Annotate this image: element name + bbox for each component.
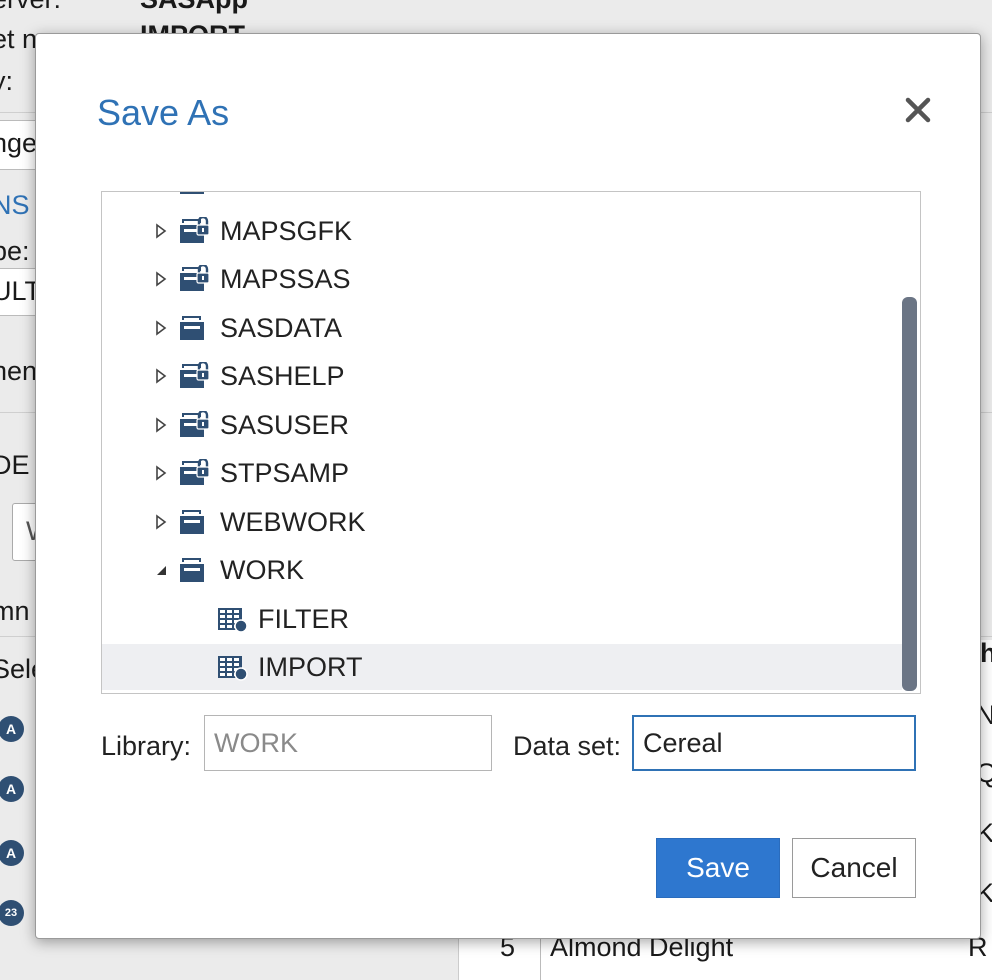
- expand-arrow-icon[interactable]: [154, 465, 168, 481]
- character-type-icon: A: [0, 776, 24, 802]
- tree-item-library[interactable]: SASUSER: [102, 402, 902, 448]
- tree-item-library[interactable]: MAPSSAS: [102, 256, 902, 302]
- tree-item-library[interactable]: MAPS: [102, 192, 902, 205]
- tree-item-library[interactable]: SASDATA: [102, 305, 902, 351]
- tree-item-label: MAPS: [220, 192, 297, 205]
- table-icon: [216, 653, 248, 681]
- expand-arrow-icon[interactable]: [154, 368, 168, 384]
- tree-item-label: STPSAMP: [220, 458, 350, 488]
- dialog-title: Save As: [97, 92, 230, 133]
- library-icon: [178, 314, 210, 342]
- numeric-type-icon: 23: [0, 900, 24, 926]
- expand-arrow-icon[interactable]: [154, 319, 168, 336]
- bg-value: SASApp: [140, 0, 248, 15]
- library-icon: [178, 192, 210, 196]
- bg-label: DE: [0, 450, 30, 480]
- cancel-button[interactable]: Cancel: [792, 838, 916, 898]
- collapse-arrow-icon[interactable]: [154, 562, 168, 578]
- close-button[interactable]: [900, 92, 936, 128]
- library-label: Library:: [101, 731, 192, 761]
- tree-item-label: WORK: [220, 555, 304, 585]
- expand-arrow-icon[interactable]: [154, 513, 168, 530]
- table-icon: [216, 605, 248, 633]
- tree-item-dataset[interactable]: IMPORT: [102, 644, 902, 690]
- tree-item-library[interactable]: MAPSGFK: [102, 208, 902, 254]
- bg-cell: h: [980, 638, 992, 668]
- tree-item-label: FILTER: [258, 603, 350, 634]
- library-icon: [178, 508, 210, 536]
- tree-item-dataset[interactable]: FILTER: [102, 596, 902, 642]
- save-as-dialog: Save As MAPS MAPSGFK MAPSSAS SASDATA SASHELP…: [35, 33, 981, 939]
- tree-scrollbar[interactable]: [902, 297, 917, 691]
- library-locked-icon: [178, 215, 210, 245]
- library-icon: [178, 556, 210, 584]
- tree-item-label: SASDATA: [220, 312, 343, 343]
- dataset-field[interactable]: [632, 715, 916, 771]
- tree-item-library[interactable]: WORK: [102, 547, 902, 593]
- bg-label: pe:: [0, 236, 30, 266]
- bg-label: erver:: [0, 0, 61, 15]
- library-locked-icon: [178, 457, 210, 487]
- expand-arrow-icon[interactable]: [154, 271, 168, 287]
- bg-label: et n: [0, 24, 38, 54]
- bg-link[interactable]: NS: [0, 190, 30, 221]
- library-tree[interactable]: MAPS MAPSGFK MAPSSAS SASDATA SASHELP SASUSER S…: [101, 191, 921, 694]
- tree-item-library[interactable]: STPSAMP: [102, 450, 902, 496]
- save-button[interactable]: Save: [656, 838, 780, 898]
- bg-label: nge: [0, 128, 38, 158]
- expand-arrow-icon[interactable]: [154, 222, 168, 239]
- close-icon[interactable]: [900, 92, 936, 128]
- bg-label: nen: [0, 356, 38, 386]
- bg-label: mn: [0, 596, 30, 626]
- bg-label: y:: [0, 66, 14, 96]
- tree-item-label: MAPSGFK: [220, 215, 353, 246]
- library-locked-icon: [178, 360, 210, 390]
- character-type-icon: A: [0, 716, 24, 742]
- tree-item-label: SASHELP: [220, 361, 345, 391]
- tree-item-library[interactable]: SASHELP: [102, 353, 902, 399]
- tree-item-label: MAPSSAS: [220, 264, 351, 294]
- library-locked-icon: [178, 409, 210, 439]
- tree-item-label: SASUSER: [220, 409, 350, 440]
- tree-item-library[interactable]: WEBWORK: [102, 499, 902, 545]
- expand-arrow-icon[interactable]: [154, 416, 168, 433]
- character-type-icon: A: [0, 840, 24, 866]
- library-locked-icon: [178, 263, 210, 293]
- library-field[interactable]: [204, 715, 492, 771]
- dataset-label: Data set:: [513, 731, 622, 761]
- tree-item-label: IMPORT: [258, 652, 363, 682]
- tree-item-label: WEBWORK: [220, 506, 366, 537]
